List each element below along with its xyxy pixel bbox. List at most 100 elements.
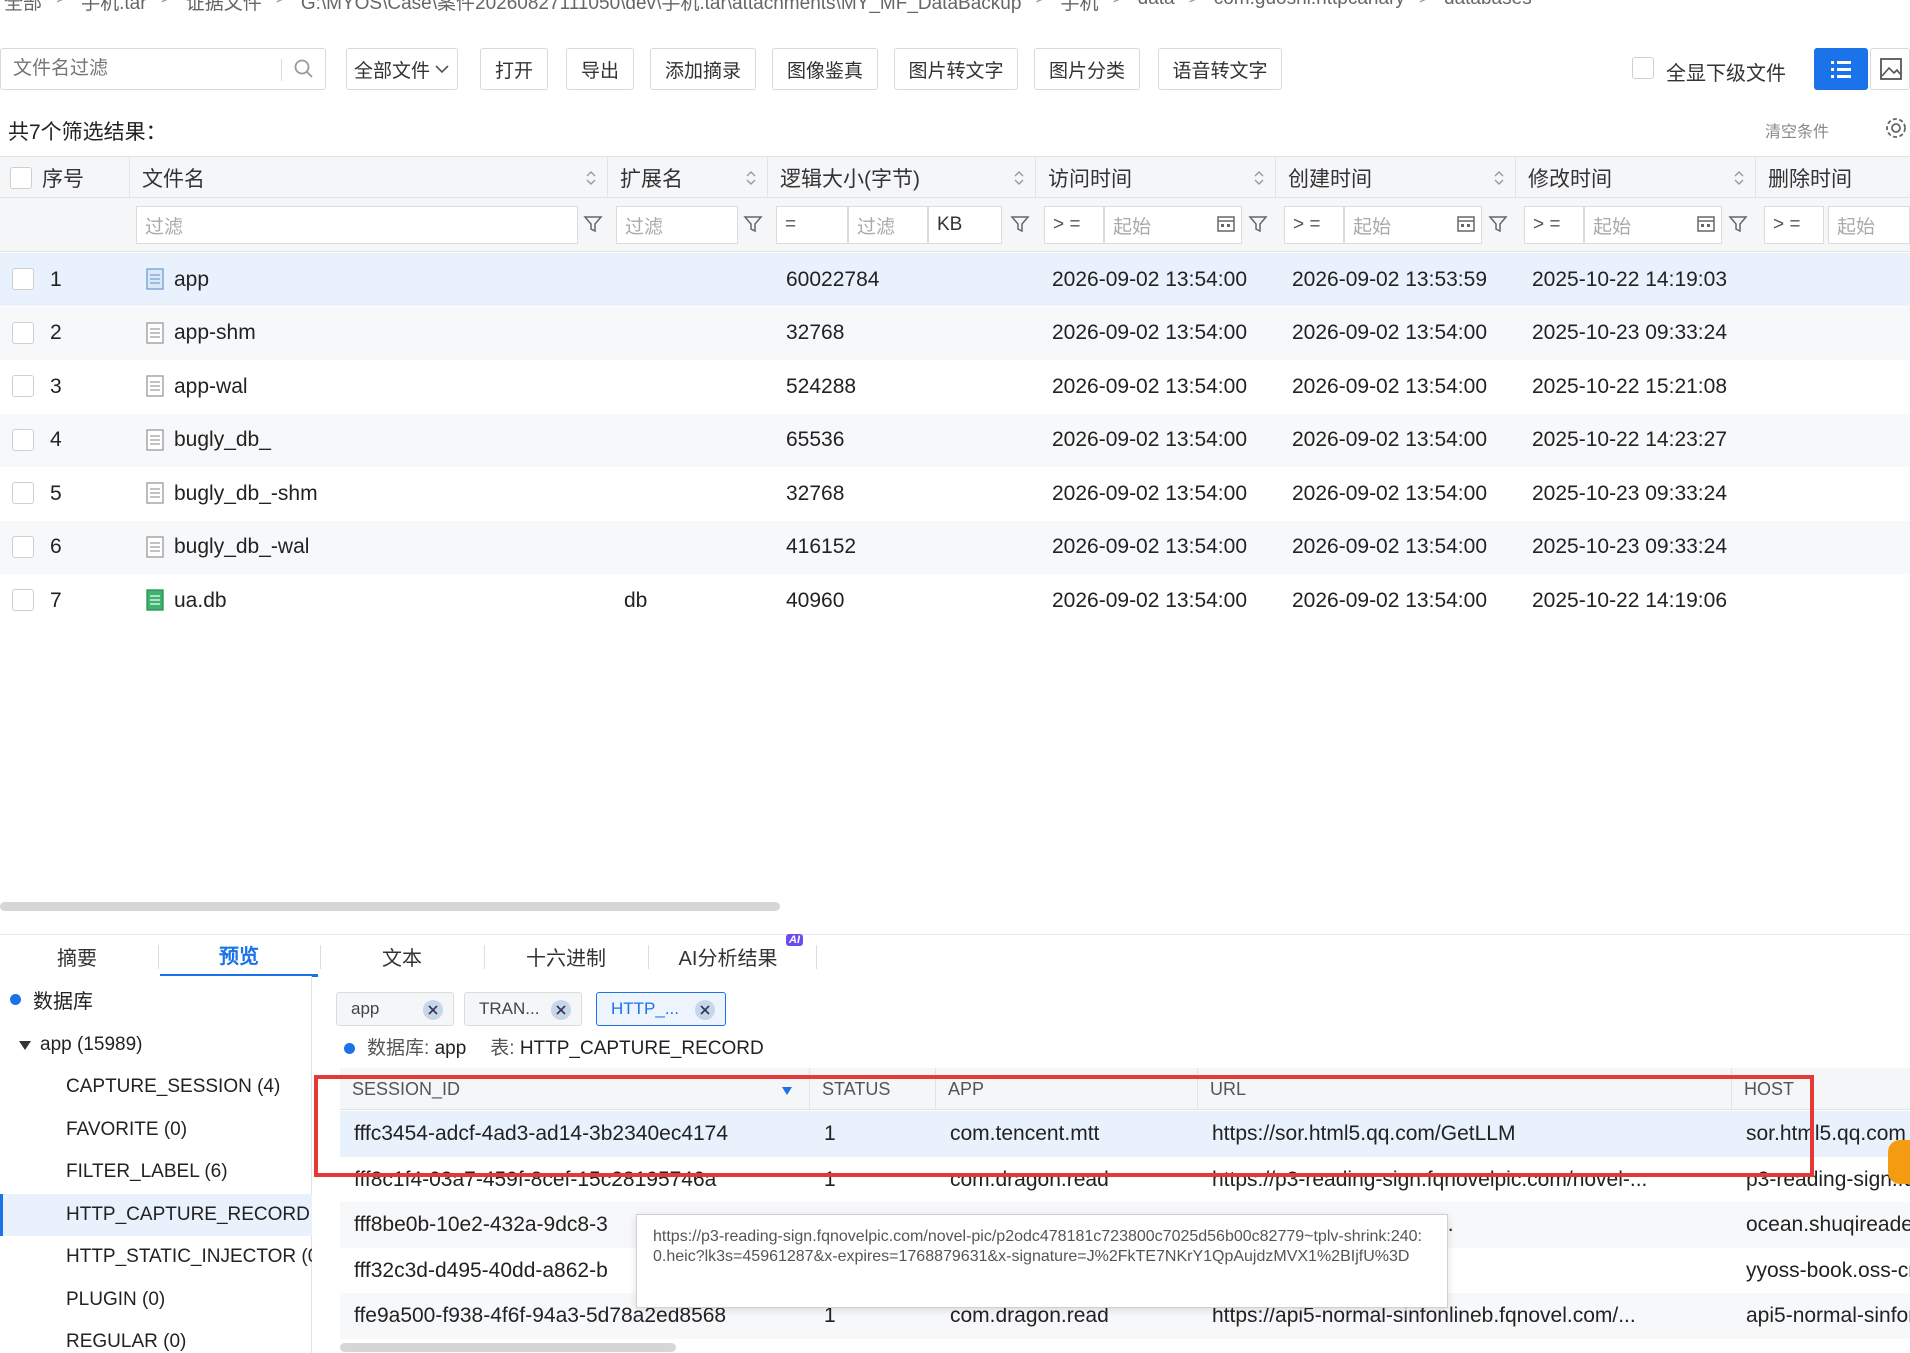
table-row[interactable]: 1 app 60022784 2026-09-02 13:54:00 2026-09-0… <box>0 253 1910 306</box>
table-row[interactable]: 6 bugly_db_-wal 416152 2026-09-02 13:54:00 2… <box>0 520 1910 574</box>
breadcrumb-item[interactable]: data <box>1138 0 1175 16</box>
ext-filter-field[interactable]: 过滤 <box>616 206 738 244</box>
tree-table-item[interactable]: FAVORITE (0) <box>0 1109 312 1151</box>
row-checkbox[interactable] <box>12 482 34 504</box>
cell-access: 2026-09-02 13:54:00 <box>1052 588 1247 612</box>
deleted-start-field[interactable]: 起始 <box>1828 206 1910 244</box>
size-unit-select[interactable]: KB <box>928 206 1002 244</box>
close-icon[interactable] <box>695 1000 715 1020</box>
record-cell-host: api5-normal-sinfonlineb <box>1746 1304 1910 1327</box>
image-identify-button[interactable]: 图像鉴真 <box>772 48 878 90</box>
access-operator[interactable]: > = <box>1044 206 1104 244</box>
modified-operator[interactable]: > = <box>1524 206 1584 244</box>
funnel-icon[interactable] <box>1488 214 1508 234</box>
table-row[interactable]: 3 app-wal 524288 2026-09-02 13:54:00 2026-09… <box>0 360 1910 413</box>
row-checkbox[interactable] <box>12 535 34 558</box>
gallery-view-button[interactable] <box>1870 48 1910 90</box>
calendar-icon[interactable] <box>1216 213 1236 233</box>
tree-table-item[interactable]: CAPTURE_SESSION (4) <box>0 1066 312 1108</box>
breadcrumb-item[interactable]: 手机 <box>1061 0 1099 16</box>
export-button[interactable]: 导出 <box>566 48 634 90</box>
col-index[interactable]: 序号 <box>0 157 130 199</box>
image-to-text-button[interactable]: 图片转文字 <box>894 48 1018 90</box>
image-classify-button[interactable]: 图片分类 <box>1034 48 1140 90</box>
select-all-checkbox[interactable] <box>10 167 32 189</box>
tree-table-item[interactable]: PLUGIN (0) <box>0 1279 312 1321</box>
side-widget[interactable] <box>1888 1140 1910 1184</box>
tree-table-item[interactable]: FILTER_LABEL (6) <box>0 1151 312 1193</box>
horizontal-scrollbar[interactable] <box>0 902 780 911</box>
tree-db-app[interactable]: app (15989) <box>0 1024 312 1066</box>
row-checkbox[interactable] <box>12 321 34 344</box>
filename-filter-input[interactable] <box>13 58 273 80</box>
tab-ai-analysis[interactable]: AI分析结果 <box>650 935 806 977</box>
breadcrumb-item[interactable]: 全部 <box>4 0 42 16</box>
sort-icon[interactable] <box>1013 169 1025 187</box>
funnel-icon[interactable] <box>743 214 763 234</box>
breadcrumb-item[interactable]: 证据文件 <box>186 0 262 16</box>
table-row[interactable]: 7 ua.db db 40960 2026-09-02 13:54:00 2026-09-… <box>0 574 1910 627</box>
sort-icon[interactable] <box>745 169 757 187</box>
funnel-icon[interactable] <box>583 214 603 234</box>
clear-conditions-link[interactable]: 清空条件 <box>1765 118 1829 142</box>
ai-badge: AI <box>786 934 803 946</box>
calendar-icon[interactable] <box>1696 213 1716 233</box>
breadcrumb-item[interactable]: 手机.tar <box>81 0 146 16</box>
tree-table-item[interactable]: HTTP_STATIC_INJECTOR (0 <box>0 1236 312 1278</box>
col-size[interactable]: 逻辑大小(字节) <box>768 157 1036 199</box>
funnel-icon[interactable] <box>1248 214 1268 234</box>
col-created[interactable]: 创建时间 <box>1276 157 1516 199</box>
breadcrumb-item[interactable]: databases <box>1444 0 1532 16</box>
tab-preview[interactable]: 预览 <box>160 935 318 977</box>
row-checkbox[interactable] <box>12 268 34 290</box>
row-checkbox[interactable] <box>12 375 34 397</box>
col-ext[interactable]: 扩展名 <box>608 157 768 199</box>
chip-http[interactable]: HTTP_... <box>596 992 726 1026</box>
add-summary-button[interactable]: 添加摘录 <box>650 48 756 90</box>
col-modified[interactable]: 修改时间 <box>1516 157 1756 199</box>
tree-table-item[interactable]: REGULAR (0) <box>0 1321 312 1353</box>
filename-filter-field[interactable]: 过滤 <box>136 206 578 244</box>
sort-icon[interactable] <box>1253 169 1265 187</box>
deleted-operator[interactable]: > = <box>1764 206 1824 244</box>
caret-down-icon[interactable] <box>18 1039 32 1051</box>
close-icon[interactable] <box>551 1000 571 1020</box>
sort-icon[interactable] <box>1493 169 1505 187</box>
funnel-icon[interactable] <box>1010 214 1030 234</box>
table-row[interactable]: 5 bugly_db_-shm 32768 2026-09-02 13:54:00 20… <box>0 467 1910 520</box>
col-filename[interactable]: 文件名 <box>130 157 608 199</box>
show-sub-files-checkbox[interactable] <box>1632 57 1654 79</box>
cell-modified: 2025-10-22 14:19:03 <box>1532 267 1727 291</box>
list-view-button[interactable] <box>1814 48 1868 90</box>
calendar-icon[interactable] <box>1456 213 1476 233</box>
table-row[interactable]: 2 app-shm 32768 2026-09-02 13:54:00 2026-09-… <box>0 306 1910 360</box>
breadcrumb-item[interactable]: G:\MYOS\Case\案件20260827111050\dev\手机.tar… <box>301 0 1022 16</box>
chip-app[interactable]: app <box>336 992 454 1026</box>
breadcrumb-item[interactable]: com.guoshi.httpcanary <box>1214 0 1405 16</box>
chip-tran[interactable]: TRAN... <box>464 992 582 1026</box>
search-icon[interactable] <box>293 58 315 80</box>
filename-filter[interactable] <box>0 48 326 90</box>
all-files-dropdown[interactable]: 全部文件 <box>346 48 458 90</box>
sort-icon[interactable] <box>585 169 597 187</box>
size-operator[interactable]: = <box>776 206 848 244</box>
size-filter-field[interactable]: 过滤 <box>848 206 928 244</box>
tab-summary[interactable]: 摘要 <box>0 935 154 977</box>
record-horizontal-scrollbar[interactable] <box>340 1343 676 1352</box>
tab-text[interactable]: 文本 <box>322 935 482 977</box>
col-access[interactable]: 访问时间 <box>1036 157 1276 199</box>
row-checkbox[interactable] <box>12 589 34 611</box>
close-icon[interactable] <box>423 1000 443 1020</box>
gear-icon[interactable] <box>1884 116 1908 140</box>
created-operator[interactable]: > = <box>1284 206 1344 244</box>
tab-hex[interactable]: 十六进制 <box>486 935 646 977</box>
row-checkbox[interactable] <box>12 428 34 451</box>
sort-icon[interactable] <box>1733 169 1745 187</box>
funnel-icon[interactable] <box>1728 214 1748 234</box>
tree-root[interactable]: 数据库 <box>0 978 312 1020</box>
table-row[interactable]: 4 bugly_db_ 65536 2026-09-02 13:54:00 2026-0… <box>0 413 1910 467</box>
open-button[interactable]: 打开 <box>480 48 548 90</box>
tree-table-item[interactable]: HTTP_CAPTURE_RECORD ( <box>0 1193 312 1236</box>
col-deleted[interactable]: 删除时间 <box>1756 157 1910 199</box>
speech-to-text-button[interactable]: 语音转文字 <box>1158 48 1282 90</box>
